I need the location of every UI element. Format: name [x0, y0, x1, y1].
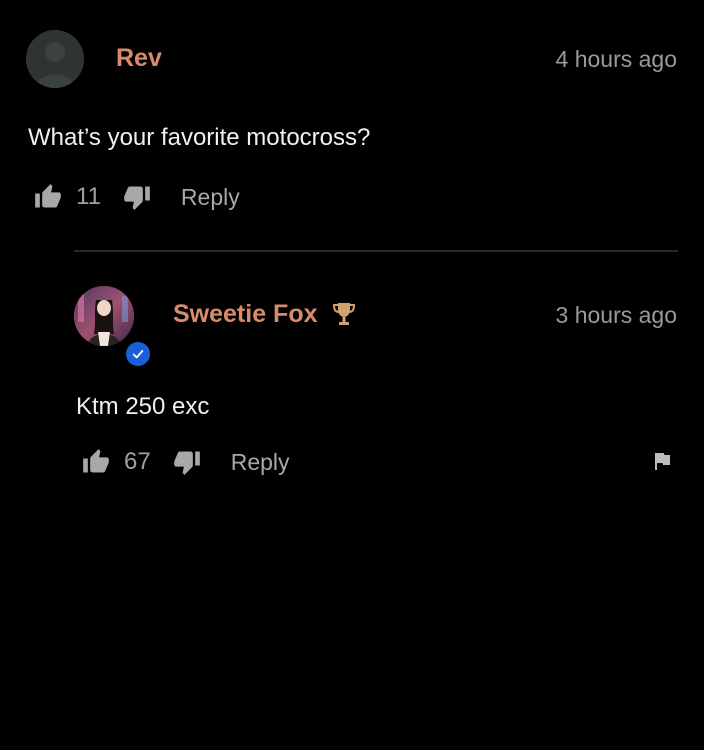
avatar-rev[interactable] [26, 30, 84, 88]
like-count: 11 [76, 183, 101, 210]
reply-button[interactable]: Reply [231, 449, 290, 476]
username[interactable]: Rev [116, 44, 162, 73]
profile-photo-icon [74, 286, 134, 346]
comment-actions: 67 Reply [82, 448, 290, 476]
trophy-icon [332, 300, 356, 328]
flag-icon[interactable] [650, 449, 674, 473]
comment-actions: 11 Reply [34, 183, 240, 211]
username[interactable]: Sweetie Fox [173, 300, 318, 329]
thumbs-up-icon[interactable] [82, 448, 110, 476]
verified-badge-icon [124, 340, 152, 368]
default-avatar-icon [26, 30, 84, 88]
comment-text: What’s your favorite motocross? [28, 124, 371, 151]
comment-sweetie-fox: Sweetie Fox 3 hours ago Ktm 250 exc 67 R… [0, 252, 704, 492]
comment-text: Ktm 250 exc [76, 393, 210, 420]
thumbs-down-icon[interactable] [123, 183, 151, 211]
thumbs-up-icon[interactable] [34, 183, 62, 211]
thumbs-down-icon[interactable] [173, 448, 201, 476]
comment-rev: Rev 4 hours ago What’s your favorite mot… [0, 0, 704, 250]
timestamp: 3 hours ago [555, 302, 677, 328]
avatar-sweetie-fox[interactable] [74, 286, 134, 346]
like-count: 67 [124, 448, 151, 475]
reply-button[interactable]: Reply [181, 184, 240, 211]
timestamp: 4 hours ago [555, 46, 677, 72]
